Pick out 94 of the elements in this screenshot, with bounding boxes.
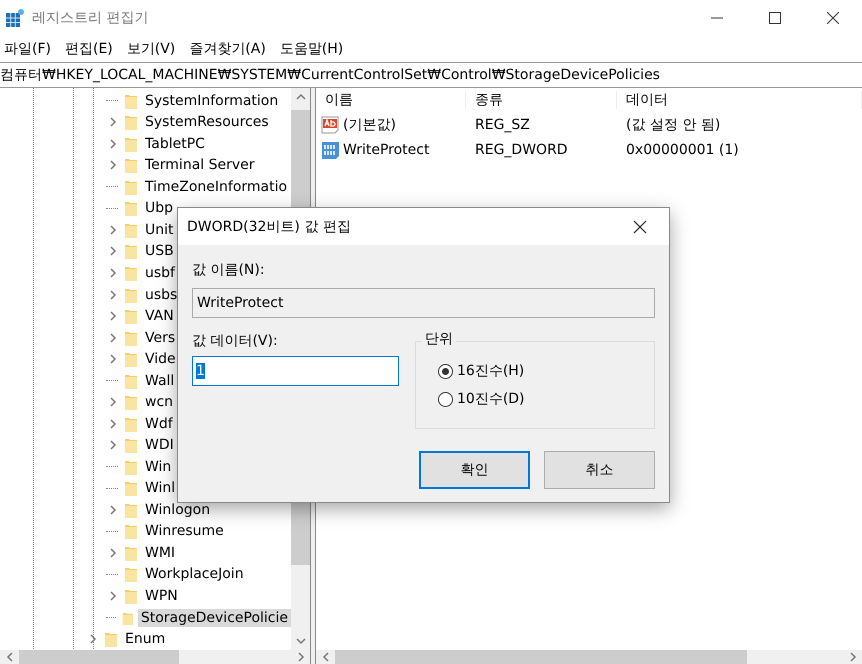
radio-option[interactable]: 10진수(D): [438, 390, 654, 408]
maximize-icon: [769, 12, 781, 24]
tree-item[interactable]: Unit: [142, 220, 176, 239]
tree-item[interactable]: wcn: [142, 393, 176, 412]
tree-item[interactable]: StorageDevicePolicie: [138, 608, 291, 627]
field-label: 값 데이터(V):: [192, 332, 279, 350]
folder-icon: [124, 479, 138, 498]
value-type: REG_DWORD: [474, 142, 569, 158]
string-value-icon: [321, 114, 341, 134]
tree-item[interactable]: usbf: [142, 264, 178, 282]
address-bar[interactable]: 컴퓨터₩HKEY_LOCAL_MACHINE₩SYSTEM₩CurrentControlSet₩Control₩StorageDevicePolicies: [0, 62, 862, 88]
chevron-icon[interactable]: [108, 117, 118, 128]
menu-item[interactable]: 파일(F): [4, 40, 51, 58]
dialog-title: DWORD(32비트) 값 편집: [187, 218, 352, 236]
tree-item[interactable]: Vide: [142, 350, 179, 368]
group-label: 단위: [422, 330, 456, 348]
chevron-icon[interactable]: [320, 652, 330, 662]
registry-icon: [6, 9, 24, 27]
folder-icon: [124, 393, 138, 412]
chevron-icon[interactable]: [108, 332, 118, 343]
tree-item[interactable]: SystemResources: [142, 113, 272, 132]
chevron-icon[interactable]: [108, 548, 118, 558]
folder-icon: [124, 242, 138, 260]
tree-item[interactable]: Winresume: [142, 522, 227, 540]
chevron-icon[interactable]: [108, 138, 118, 149]
chevron-icon[interactable]: [108, 224, 118, 235]
chevron-icon[interactable]: [108, 311, 118, 322]
tree-item[interactable]: TabletPC: [142, 134, 208, 153]
chevron-icon[interactable]: [108, 418, 118, 429]
column-header[interactable]: 이름: [316, 91, 466, 109]
chevron-icon[interactable]: [108, 160, 118, 170]
tree-item[interactable]: VAN: [142, 307, 177, 326]
chevron-icon[interactable]: [848, 652, 858, 662]
folder-icon: [124, 156, 138, 174]
chevron-icon[interactable]: [4, 652, 14, 662]
value-type: REG_SZ: [474, 116, 531, 132]
tree-item[interactable]: WMI: [142, 544, 178, 562]
binary-value-icon: [321, 140, 341, 160]
cancel-button[interactable]: 취소: [544, 451, 655, 489]
radio-option[interactable]: 16진수(H): [438, 362, 654, 380]
menu-item[interactable]: 보기(V): [126, 40, 176, 58]
chevron-icon[interactable]: [296, 92, 306, 102]
folder-icon: [124, 565, 138, 584]
menu-item[interactable]: 즐겨찾기(A): [189, 40, 266, 58]
tree-item[interactable]: WorkplaceJoin: [142, 565, 247, 584]
chevron-icon[interactable]: [108, 504, 118, 515]
chevron-icon[interactable]: [108, 246, 118, 256]
chevron-icon[interactable]: [108, 397, 118, 408]
folder-icon: [124, 113, 138, 132]
ok-button[interactable]: 확인: [419, 451, 530, 489]
folder-icon: [124, 350, 138, 368]
value-data: (값 설정 안 됨): [625, 116, 722, 134]
folder-icon: [124, 307, 138, 326]
folder-icon: [124, 264, 138, 282]
value-data: 0x00000001 (1): [625, 142, 740, 158]
tree-item[interactable]: TimeZoneInformatio: [142, 178, 290, 196]
folder-icon: [104, 630, 118, 648]
tree-item[interactable]: WPN: [142, 586, 181, 605]
menu-item[interactable]: 도움말(H): [280, 40, 344, 58]
tree-item[interactable]: Vers: [142, 328, 178, 347]
horizontal-scrollbar[interactable]: [0, 650, 310, 664]
chevron-icon[interactable]: [88, 634, 98, 644]
chevron-icon[interactable]: [108, 440, 118, 450]
tree-item[interactable]: Wdf: [142, 414, 176, 433]
column-header[interactable]: 종류: [466, 91, 617, 109]
close-icon: [827, 12, 839, 24]
folder-icon: [124, 199, 138, 218]
horizontal-scrollbar[interactable]: [316, 650, 862, 664]
tree-item[interactable]: usbs: [142, 286, 180, 304]
window-title: 레지스트리 편집기: [32, 9, 150, 27]
column-header[interactable]: 데이터: [617, 91, 862, 109]
tree-item[interactable]: WDI: [142, 436, 177, 454]
tree-item[interactable]: Winlogon: [142, 500, 214, 519]
chevron-icon[interactable]: [108, 590, 118, 601]
tree-item[interactable]: Wall: [142, 372, 178, 390]
chevron-icon[interactable]: [108, 354, 118, 364]
folder-icon: [124, 522, 138, 540]
tree-item[interactable]: Win: [142, 458, 174, 476]
tree-item[interactable]: USB: [142, 242, 177, 260]
field-label: 값 이름(N):: [192, 261, 266, 279]
tree-item[interactable]: Terminal Server: [142, 156, 258, 174]
value-data-field[interactable]: 1: [192, 356, 399, 386]
menu-item[interactable]: 편집(E): [64, 40, 113, 58]
chevron-icon[interactable]: [108, 268, 118, 278]
chevron-icon[interactable]: [108, 290, 118, 300]
tree-item[interactable]: Winl: [142, 479, 178, 498]
tree-item[interactable]: SystemInformation: [142, 92, 282, 110]
tree-item[interactable]: Ubp: [142, 199, 176, 218]
tree-item[interactable]: Enum: [122, 630, 168, 648]
value-name-field[interactable]: WriteProtect: [192, 288, 655, 318]
value-name: (기본값): [343, 116, 396, 134]
close-icon: [633, 220, 647, 234]
folder-icon: [124, 436, 138, 454]
value-name: WriteProtect: [343, 142, 430, 158]
